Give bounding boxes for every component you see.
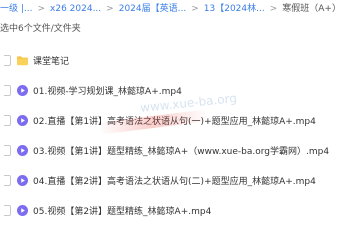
selection-status: 选中6个文件/文件夹 bbox=[0, 24, 81, 34]
breadcrumb-item-4[interactable]: 13【2024林... bbox=[204, 0, 265, 18]
breadcrumb-item-2[interactable]: x26 2024... bbox=[50, 0, 101, 18]
video-file-icon bbox=[17, 204, 28, 216]
file-name: 05.视频【第2讲】题型精练_林懿琼A+.mp4 bbox=[33, 206, 212, 217]
file-list: 课堂笔记 01.视频-学习规划课_林懿琼A+.mp4 02.直播【第1讲】高考语… bbox=[0, 45, 340, 225]
breadcrumb-separator: > bbox=[37, 4, 46, 14]
row-checkbox[interactable] bbox=[4, 144, 11, 156]
video-file-icon bbox=[17, 84, 28, 96]
video-file-icon bbox=[17, 114, 28, 126]
breadcrumb-separator: > bbox=[106, 4, 114, 14]
breadcrumb-item-3[interactable]: 2024届【英语... bbox=[119, 0, 187, 18]
video-file-icon bbox=[17, 174, 28, 186]
file-name: 03.视频【第1讲】题型精练_林懿琼A+（www.xue-ba.org学霸网）.… bbox=[33, 146, 330, 157]
row-checkbox[interactable] bbox=[4, 84, 11, 96]
row-checkbox[interactable] bbox=[4, 174, 11, 186]
breadcrumb-separator: > bbox=[191, 4, 199, 14]
file-name: 01.视频-学习规划课_林懿琼A+.mp4 bbox=[33, 86, 182, 97]
folder-icon bbox=[17, 55, 28, 65]
row-checkbox[interactable] bbox=[4, 54, 11, 66]
list-item[interactable]: 课堂笔记 bbox=[0, 45, 340, 75]
list-item[interactable]: 04.直播【第2讲】高考语法之状语从句(二)+题型应用_林懿琼A+.mp4 bbox=[0, 165, 340, 195]
breadcrumb-current: 寒假班（A+） bbox=[282, 4, 340, 14]
file-name: 课堂笔记 bbox=[33, 56, 70, 67]
breadcrumb-separator: > bbox=[269, 4, 278, 14]
video-file-icon bbox=[17, 144, 28, 156]
list-item[interactable]: 05.视频【第2讲】题型精练_林懿琼A+.mp4 bbox=[0, 195, 340, 225]
row-checkbox[interactable] bbox=[4, 204, 11, 216]
row-checkbox[interactable] bbox=[4, 114, 11, 126]
breadcrumb-item-1[interactable]: 一级 |... bbox=[0, 0, 32, 18]
list-item[interactable]: 03.视频【第1讲】题型精练_林懿琼A+（www.xue-ba.org学霸网）.… bbox=[0, 135, 340, 165]
breadcrumb: 一级 |... > x26 2024... >2024届【英语... >13【2024林… bbox=[0, 0, 340, 18]
file-name: 04.直播【第2讲】高考语法之状语从句(二)+题型应用_林懿琼A+.mp4 bbox=[33, 176, 316, 187]
